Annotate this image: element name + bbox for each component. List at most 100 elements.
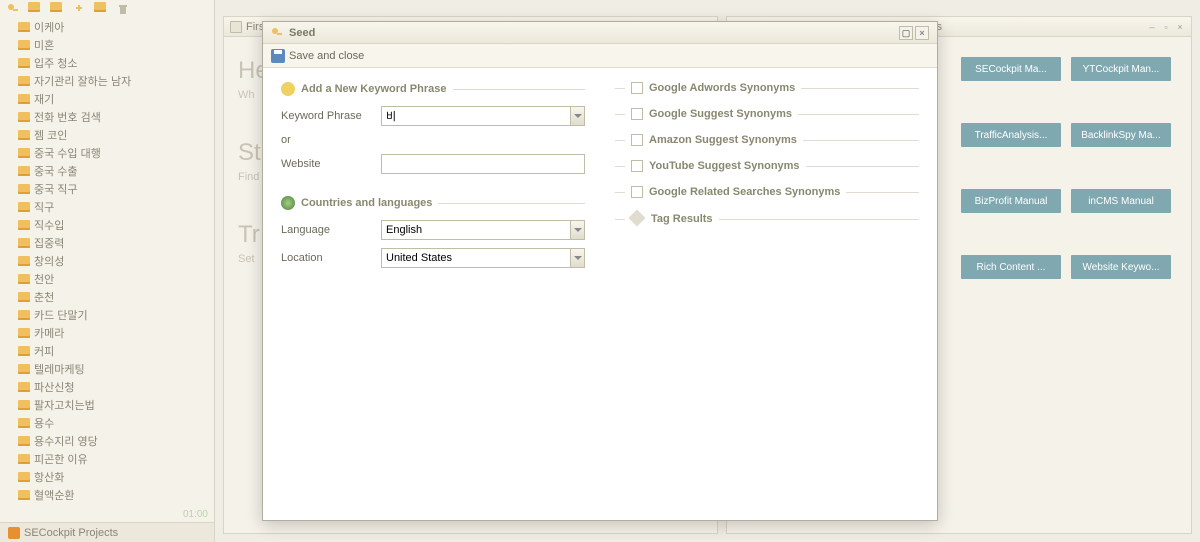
folder-item[interactable]: 창의성 [0,252,214,270]
app-button[interactable]: BacklinkSpy Ma... [1071,123,1171,147]
close-button[interactable]: × [915,26,929,40]
synonym-option-header: Amazon Suggest Synonyms [615,130,919,150]
folder-item-label: 젬 코인 [34,127,67,143]
folder-item[interactable]: 파산신청 [0,378,214,396]
app-button[interactable]: Website Keywo... [1071,255,1171,279]
app-button[interactable]: TrafficAnalysis... [961,123,1061,147]
folder-icon [18,130,30,140]
folder-item[interactable]: 춘천 [0,288,214,306]
folder-item-label: 항산화 [34,469,64,485]
folder-item[interactable]: 카메라 [0,324,214,342]
app-button[interactable]: inCMS Manual [1071,189,1171,213]
folder-item[interactable]: 항산화 [0,468,214,486]
folder-icon [18,274,30,284]
folder-item[interactable]: 용수지리 영당 [0,432,214,450]
folder-icon [18,364,30,374]
folder-item-label: 재기 [34,91,54,107]
location-dropdown-trigger[interactable] [570,248,585,268]
folder-icon [18,490,30,500]
app-button[interactable]: SECockpit Ma... [961,57,1061,81]
folder-item[interactable]: 혈액순환 [0,486,214,504]
folder-item[interactable]: 재기 [0,90,214,108]
synonym-option-label: Amazon Suggest Synonyms [649,134,797,146]
folder-new-icon[interactable] [28,2,42,16]
language-dropdown-trigger[interactable] [570,220,585,240]
pin-icon[interactable]: – [1147,22,1157,32]
synonym-checkbox[interactable] [631,82,643,94]
key-icon [271,27,283,39]
synonym-option-label: Google Suggest Synonyms [649,108,792,120]
sidebar-footer[interactable]: SECockpit Projects [0,522,214,542]
folder-item-label: 직구 [34,199,54,215]
folder-item-label: 중국 수입 대행 [34,145,101,161]
folder-item[interactable]: 집중력 [0,234,214,252]
synonym-option-header: Google Related Searches Synonyms [615,182,919,202]
app-button[interactable]: Rich Content ... [961,255,1061,279]
folder-item[interactable]: 직구 [0,198,214,216]
folder-item[interactable]: 이케아 [0,18,214,36]
app-button[interactable]: BizProfit Manual [961,189,1061,213]
language-label: Language [281,224,381,236]
website-input[interactable] [381,154,585,174]
folder-item-label: 이케아 [34,19,64,35]
location-select[interactable] [381,248,570,268]
seed-modal: Seed ▢ × Save and close Add a New Keywor… [262,21,938,521]
folder-icon [18,472,30,482]
expand-icon[interactable] [72,2,86,16]
sidebar-footer-label: SECockpit Projects [24,527,118,539]
synonym-checkbox[interactable] [631,134,643,146]
folder-item[interactable]: 텔레마케팅 [0,360,214,378]
sidebar-status-time: 01:00 [183,509,208,520]
key-icon [281,82,295,96]
location-label: Location [281,252,381,264]
folder-item[interactable]: 커피 [0,342,214,360]
folder-icon[interactable] [94,2,108,16]
maximize-button[interactable]: ▢ [899,26,913,40]
collapse-icon[interactable]: ▫ [1161,22,1171,32]
synonym-checkbox[interactable] [631,108,643,120]
modal-toolbar: Save and close [263,44,937,68]
folder-open-icon[interactable] [50,2,64,16]
folder-item-label: 피곤한 이유 [34,451,88,467]
folder-item[interactable]: 자기관리 잘하는 남자 [0,72,214,90]
save-close-label: Save and close [289,50,364,62]
folder-item[interactable]: 중국 수출 [0,162,214,180]
folder-item-label: 팔자고치는법 [34,397,95,413]
trash-icon[interactable] [116,2,130,16]
keyword-phrase-dropdown-trigger[interactable] [570,106,585,126]
folder-item[interactable]: 천안 [0,270,214,288]
folder-item[interactable]: 전화 번호 검색 [0,108,214,126]
or-label: or [281,134,381,146]
synonym-checkbox[interactable] [631,160,643,172]
key-add-icon[interactable] [6,2,20,16]
folder-icon [18,238,30,248]
folder-item-label: 미혼 [34,37,54,53]
folder-item[interactable]: 중국 수입 대행 [0,144,214,162]
close-icon[interactable]: × [1175,22,1185,32]
folder-icon [18,220,30,230]
modal-titlebar: Seed ▢ × [263,22,937,44]
folder-item-label: 용수 [34,415,54,431]
folder-item[interactable]: 중국 직구 [0,180,214,198]
folder-icon [18,418,30,428]
folder-item[interactable]: 피곤한 이유 [0,450,214,468]
folder-item[interactable]: 용수 [0,414,214,432]
folder-item-label: 중국 수출 [34,163,78,179]
save-and-close-button[interactable]: Save and close [271,49,364,63]
folder-icon [18,292,30,302]
synonym-option-label: Google Related Searches Synonyms [649,186,840,198]
synonym-checkbox[interactable] [631,186,643,198]
folder-list: 이케아미혼입주 청소자기관리 잘하는 남자재기전화 번호 검색젬 코인중국 수입… [0,18,214,504]
language-select[interactable] [381,220,570,240]
section-countries: Countries and languages [281,192,585,214]
folder-item[interactable]: 입주 청소 [0,54,214,72]
folder-item[interactable]: 직수입 [0,216,214,234]
folder-icon [18,328,30,338]
folder-item[interactable]: 미혼 [0,36,214,54]
folder-icon [18,256,30,266]
folder-item[interactable]: 팔자고치는법 [0,396,214,414]
folder-item[interactable]: 젬 코인 [0,126,214,144]
folder-item[interactable]: 카드 단말기 [0,306,214,324]
app-button[interactable]: YTCockpit Man... [1071,57,1171,81]
keyword-phrase-input[interactable] [381,106,570,126]
